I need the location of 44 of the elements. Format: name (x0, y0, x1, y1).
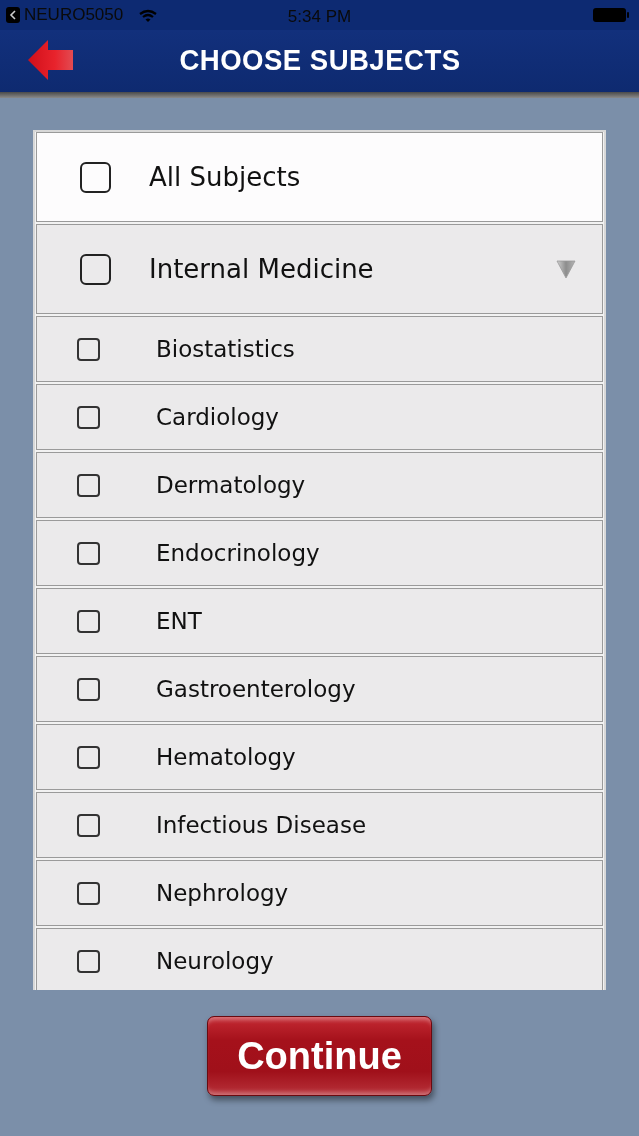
checkbox[interactable] (80, 161, 111, 193)
row-label: Biostatistics (156, 334, 295, 364)
screen-title: CHOOSE SUBJECTS (178, 43, 461, 79)
checkbox[interactable] (80, 253, 111, 285)
status-time: 5:34 PM (287, 6, 352, 28)
subject-row[interactable]: Nephrology (36, 860, 603, 926)
row-label: Nephrology (156, 878, 289, 908)
back-arrow-icon[interactable] (28, 40, 73, 80)
row-label: Internal Medicine (149, 252, 374, 286)
checkbox[interactable] (77, 881, 100, 905)
row-label: Gastroenterology (156, 674, 356, 704)
subject-row[interactable]: Cardiology (36, 384, 603, 450)
subject-row[interactable]: Hematology (36, 724, 603, 790)
row-label: Infectious Disease (156, 810, 367, 840)
subject-row[interactable]: Infectious Disease (36, 792, 603, 858)
checkbox[interactable] (77, 745, 100, 769)
checkbox[interactable] (77, 813, 100, 837)
battery-icon (593, 8, 629, 22)
row-label: ENT (156, 606, 202, 636)
subject-row[interactable]: Neurology (36, 928, 603, 990)
subject-row[interactable]: Gastroenterology (36, 656, 603, 722)
back-app-icon[interactable] (6, 7, 20, 23)
row-label: Dermatology (156, 470, 306, 500)
row-label: Cardiology (156, 402, 279, 432)
all-subjects-row[interactable]: All Subjects (36, 132, 603, 222)
checkbox[interactable] (77, 541, 100, 565)
checkbox[interactable] (77, 677, 100, 701)
checkbox[interactable] (77, 473, 100, 497)
subject-row[interactable]: ENT (36, 588, 603, 654)
checkbox[interactable] (77, 405, 100, 429)
checkbox[interactable] (77, 949, 100, 973)
checkbox[interactable] (77, 337, 100, 361)
group-row[interactable]: Internal Medicine (36, 224, 603, 314)
dropdown-triangle-icon[interactable] (556, 259, 576, 279)
subject-row[interactable]: Dermatology (36, 452, 603, 518)
row-label: Endocrinology (156, 538, 320, 568)
subject-row[interactable]: Biostatistics (36, 316, 603, 382)
continue-button[interactable]: Continue (207, 1016, 432, 1096)
subject-row[interactable]: Endocrinology (36, 520, 603, 586)
row-label: Hematology (156, 742, 296, 772)
wifi-icon (139, 8, 158, 22)
checkbox[interactable] (77, 609, 100, 633)
row-label: Neurology (156, 946, 274, 976)
row-label: All Subjects (149, 160, 301, 194)
